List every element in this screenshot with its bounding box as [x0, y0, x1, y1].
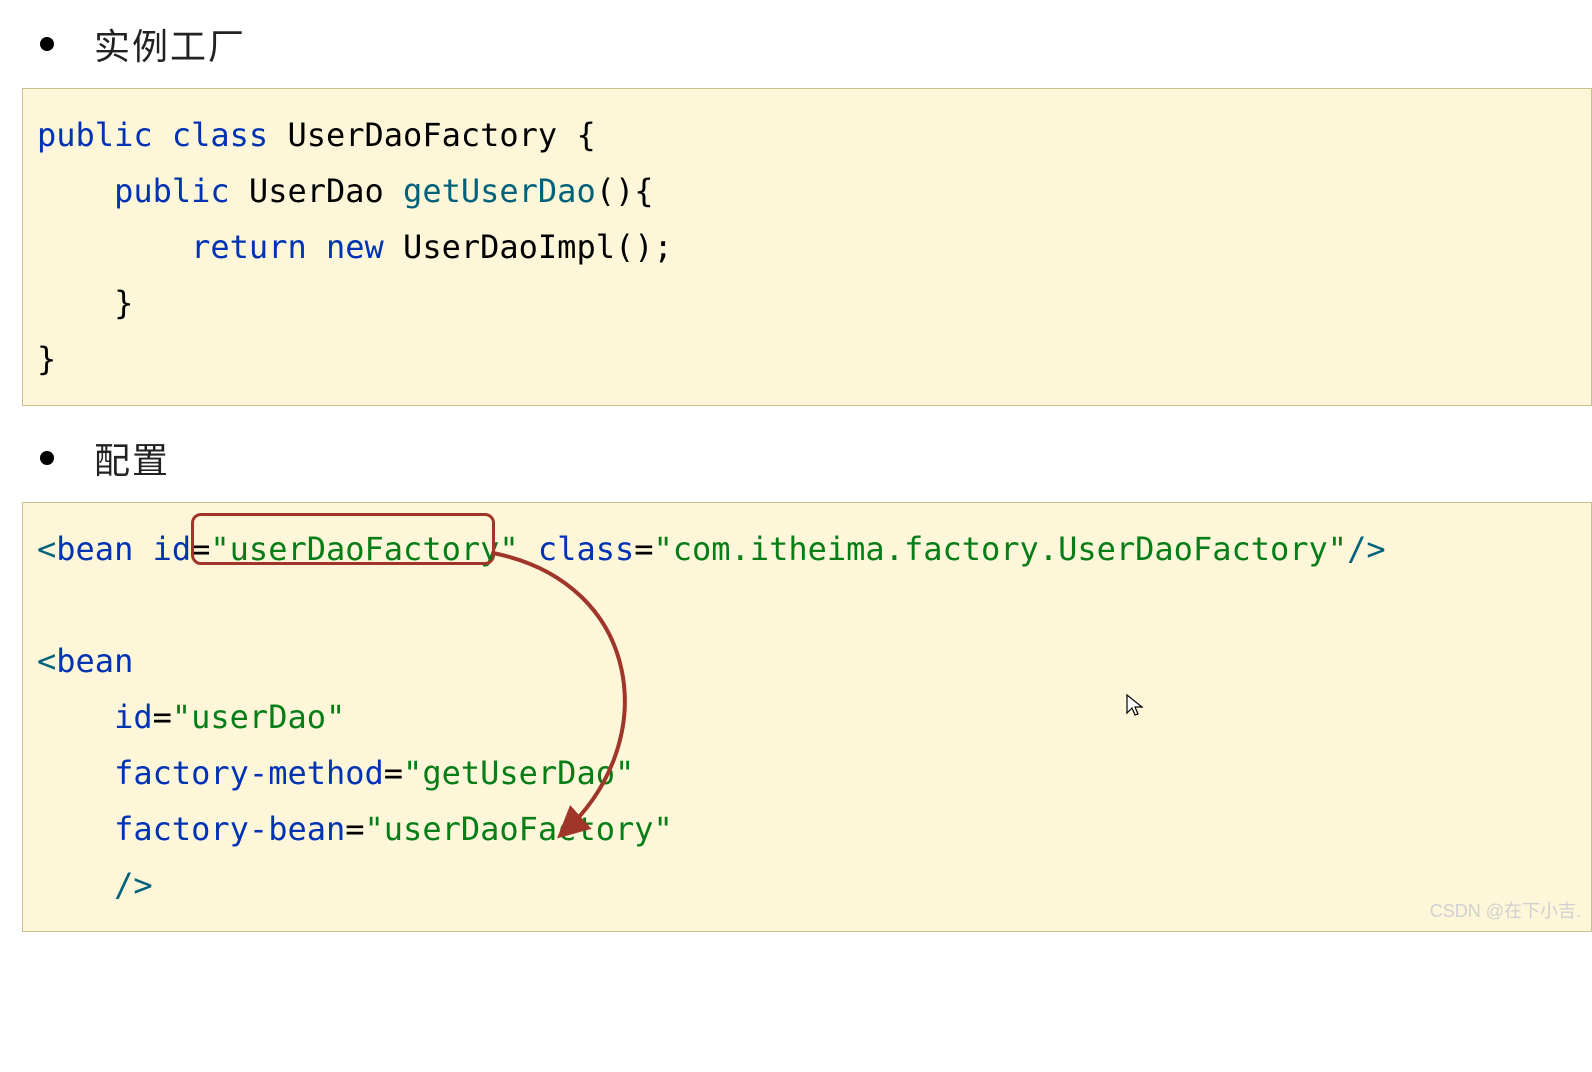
java-code-content: public class UserDaoFactory { public Use… — [37, 107, 1577, 387]
xml-code-content: <bean id="userDaoFactory" class="com.ith… — [37, 521, 1577, 913]
watermark-text: CSDN @在下小吉. — [1430, 896, 1581, 928]
header-text: 实例工厂 — [94, 18, 246, 70]
section-header-instance-factory: 实例工厂 — [0, 0, 1592, 80]
section-header-config: 配置 — [0, 414, 1592, 494]
bullet-icon — [40, 37, 54, 51]
header-text: 配置 — [94, 432, 170, 484]
xml-code-block: <bean id="userDaoFactory" class="com.ith… — [22, 502, 1592, 932]
java-code-block: public class UserDaoFactory { public Use… — [22, 88, 1592, 406]
bullet-icon — [40, 451, 54, 465]
